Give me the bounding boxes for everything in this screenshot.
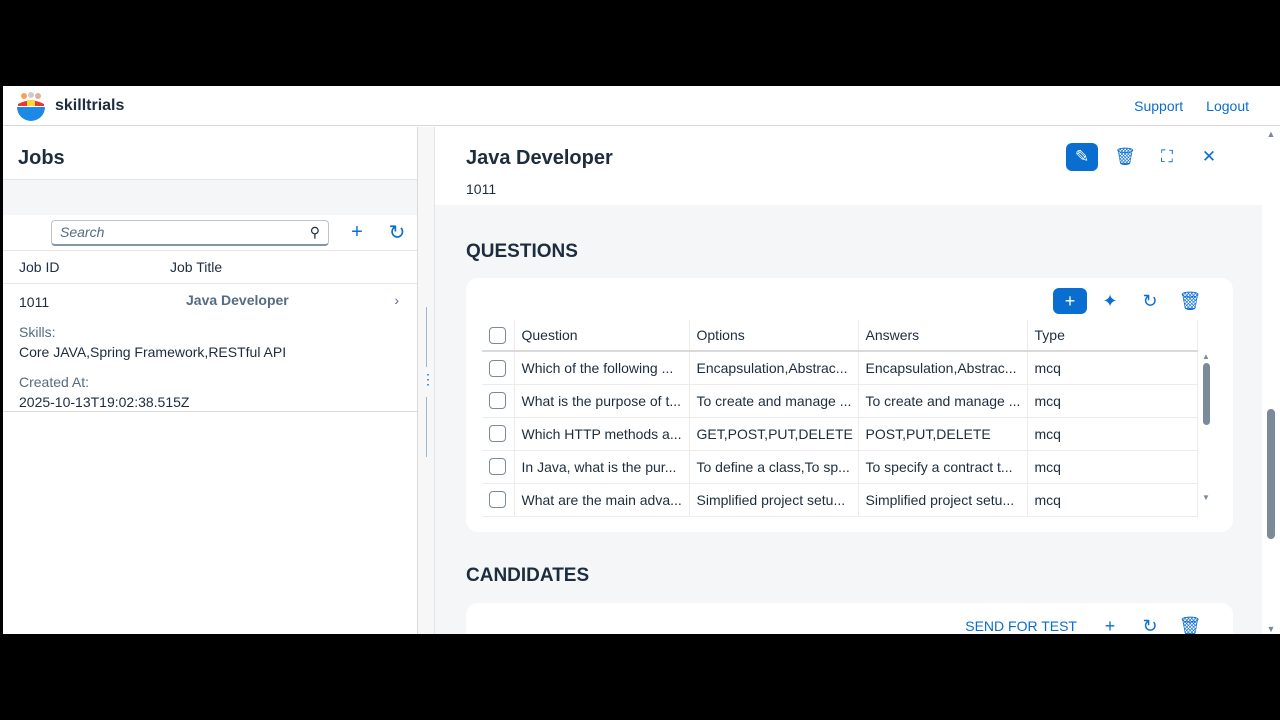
search-placeholder: Search	[60, 224, 105, 240]
column-job-id: Job ID	[19, 259, 60, 275]
refresh-button[interactable]: ↻	[377, 220, 417, 245]
ai-generate-sparkle-icon[interactable]: ✦	[1093, 288, 1127, 314]
type-cell: mcq	[1027, 483, 1198, 517]
row-checkbox[interactable]	[489, 491, 506, 509]
candidates-card: SEND FOR TEST + ↻ 🗑	[466, 603, 1233, 634]
select-all-checkbox[interactable]	[489, 326, 506, 344]
column-type: Type	[1027, 320, 1198, 352]
skilltrials-logo	[17, 91, 45, 121]
question-cell: In Java, what is the pur...	[514, 450, 690, 484]
options-cell: GET,POST,PUT,DELETE	[689, 417, 859, 451]
questions-card: + ✦ ↻ 🗑 Question Options Answers Type Wh…	[466, 278, 1233, 532]
question-row[interactable]: What is the purpose of t... To create and…	[482, 384, 1198, 418]
options-cell: Simplified project setu...	[689, 483, 859, 517]
type-cell: mcq	[1027, 384, 1198, 418]
question-cell: What are the main adva...	[514, 483, 690, 517]
answers-cell: POST,PUT,DELETE	[858, 417, 1028, 451]
column-answers: Answers	[858, 320, 1028, 352]
job-detail-pane: Java Developer 1011 ✎ 🗑 ⛶ ✕ QUESTIONS + …	[435, 127, 1262, 634]
support-link[interactable]: Support	[1134, 98, 1183, 114]
questions-table: Question Options Answers Type Which of t…	[482, 320, 1198, 517]
edit-button[interactable]: ✎	[1066, 143, 1098, 171]
refresh-questions-button[interactable]: ↻	[1133, 288, 1167, 314]
job-id: 1011	[19, 294, 50, 310]
add-question-button[interactable]: +	[1053, 288, 1087, 314]
send-for-test-button[interactable]: SEND FOR TEST	[965, 618, 1077, 634]
search-icon[interactable]: ⚲	[310, 224, 320, 241]
page-title: Jobs	[3, 127, 417, 180]
options-cell: To define a class,To sp...	[689, 450, 859, 484]
column-job-title: Job Title	[170, 259, 223, 275]
row-checkbox[interactable]	[489, 425, 506, 443]
answers-cell: To specify a contract t...	[858, 450, 1028, 484]
question-cell: Which of the following ...	[514, 351, 690, 385]
type-cell: mcq	[1027, 450, 1198, 484]
skills-value: Core JAVA,Spring Framework,RESTful API	[19, 344, 287, 360]
row-checkbox[interactable]	[489, 458, 506, 476]
question-row[interactable]: What are the main adva... Simplified proj…	[482, 483, 1198, 517]
page-scrollbar[interactable]: ▲ ▼	[1262, 127, 1280, 634]
add-candidate-button[interactable]: +	[1093, 613, 1127, 635]
add-job-button[interactable]: +	[337, 221, 377, 244]
pane-splitter[interactable]: ⋮⋮	[418, 127, 449, 634]
question-row[interactable]: In Java, what is the pur... To define a c…	[482, 450, 1198, 484]
brand-name: skilltrials	[55, 96, 125, 114]
questions-heading: QUESTIONS	[466, 241, 578, 262]
answers-cell: To create and manage ...	[858, 384, 1028, 418]
chevron-right-icon: ›	[394, 292, 399, 308]
logout-link[interactable]: Logout	[1206, 98, 1249, 114]
jobs-list-pane: Jobs Search ⚲ + ↻ Job ID Job Title 1011 Ja…	[3, 127, 418, 634]
row-checkbox[interactable]	[489, 392, 506, 410]
created-label: Created At:	[19, 374, 90, 390]
options-cell: Encapsulation,Abstrac...	[689, 351, 859, 385]
search-input[interactable]: Search ⚲	[51, 219, 329, 246]
question-row[interactable]: Which HTTP methods a... GET,POST,PUT,DELE…	[482, 417, 1198, 451]
job-detail-id: 1011	[466, 181, 497, 197]
close-button[interactable]: ✕	[1194, 143, 1224, 171]
filter-strip	[3, 180, 417, 215]
table-scrollbar[interactable]: ▲ ▼	[1200, 352, 1212, 518]
candidates-heading: CANDIDATES	[466, 565, 590, 586]
question-row[interactable]: Which of the following ... Encapsulation,…	[482, 351, 1198, 385]
delete-questions-button[interactable]: 🗑	[1173, 288, 1207, 314]
job-list-item[interactable]: 1011 Java Developer › Skills: Core JAVA,S…	[3, 284, 417, 412]
column-question: Question	[514, 320, 690, 352]
app: skilltrials Support Logout Jobs Search ⚲ …	[3, 86, 1280, 634]
shell-bar: skilltrials Support Logout	[3, 86, 1280, 126]
column-options: Options	[689, 320, 859, 352]
question-cell: Which HTTP methods a...	[514, 417, 690, 451]
question-cell: What is the purpose of t...	[514, 384, 690, 418]
refresh-candidates-button[interactable]: ↻	[1133, 613, 1167, 635]
created-value: 2025-10-13T19:02:38.515Z	[19, 394, 190, 410]
type-cell: mcq	[1027, 417, 1198, 451]
job-title: Java Developer	[186, 292, 289, 308]
delete-candidates-button[interactable]: 🗑	[1173, 613, 1207, 635]
answers-cell: Simplified project setu...	[858, 483, 1028, 517]
answers-cell: Encapsulation,Abstrac...	[858, 351, 1028, 385]
skills-label: Skills:	[19, 324, 56, 340]
type-cell: mcq	[1027, 351, 1198, 385]
row-checkbox[interactable]	[489, 359, 506, 377]
options-cell: To create and manage ...	[689, 384, 859, 418]
delete-button[interactable]: 🗑	[1110, 143, 1140, 171]
fullscreen-button[interactable]: ⛶	[1152, 143, 1182, 171]
